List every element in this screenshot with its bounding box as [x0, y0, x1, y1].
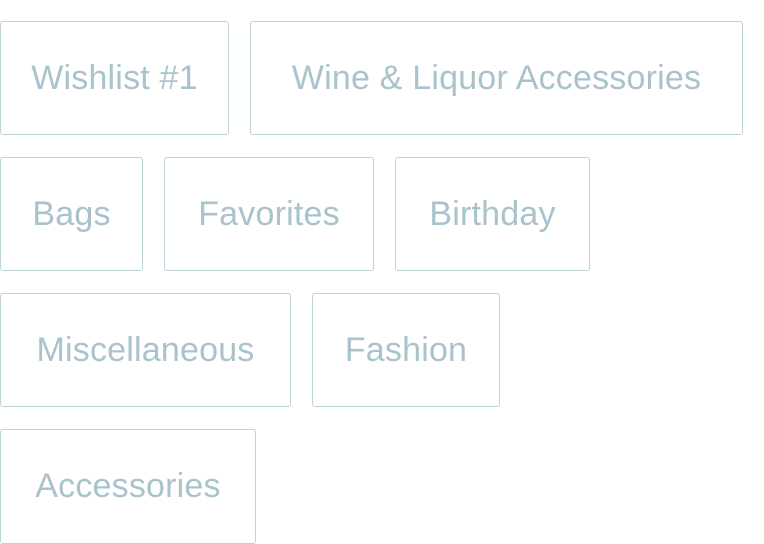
collection-tag-fashion[interactable]: Fashion: [312, 293, 500, 407]
collection-tag-label: Fashion: [344, 331, 468, 369]
collection-tag-favorites[interactable]: Favorites: [164, 157, 374, 271]
collection-tag-label: Accessories: [35, 467, 221, 505]
collection-tag-accessories[interactable]: Accessories: [0, 429, 256, 544]
collection-tag-bags[interactable]: Bags: [0, 157, 143, 271]
collection-tag-label: Wine & Liquor Accessories: [291, 59, 702, 97]
collection-tag-label: Miscellaneous: [36, 331, 255, 369]
collection-tag-label: Birthday: [429, 195, 556, 233]
collection-tag-label: Bags: [32, 195, 111, 233]
collection-tag-label: Favorites: [198, 195, 340, 233]
collection-tag-wishlist-1[interactable]: Wishlist #1: [0, 21, 229, 135]
collection-tag-list: Wishlist #1 Wine & Liquor Accessories Ba…: [0, 0, 764, 544]
collection-tag-wine-liquor-accessories[interactable]: Wine & Liquor Accessories: [250, 21, 743, 135]
collection-tag-miscellaneous[interactable]: Miscellaneous: [0, 293, 291, 407]
collection-tag-label: Wishlist #1: [31, 59, 198, 97]
collection-tag-birthday[interactable]: Birthday: [395, 157, 590, 271]
